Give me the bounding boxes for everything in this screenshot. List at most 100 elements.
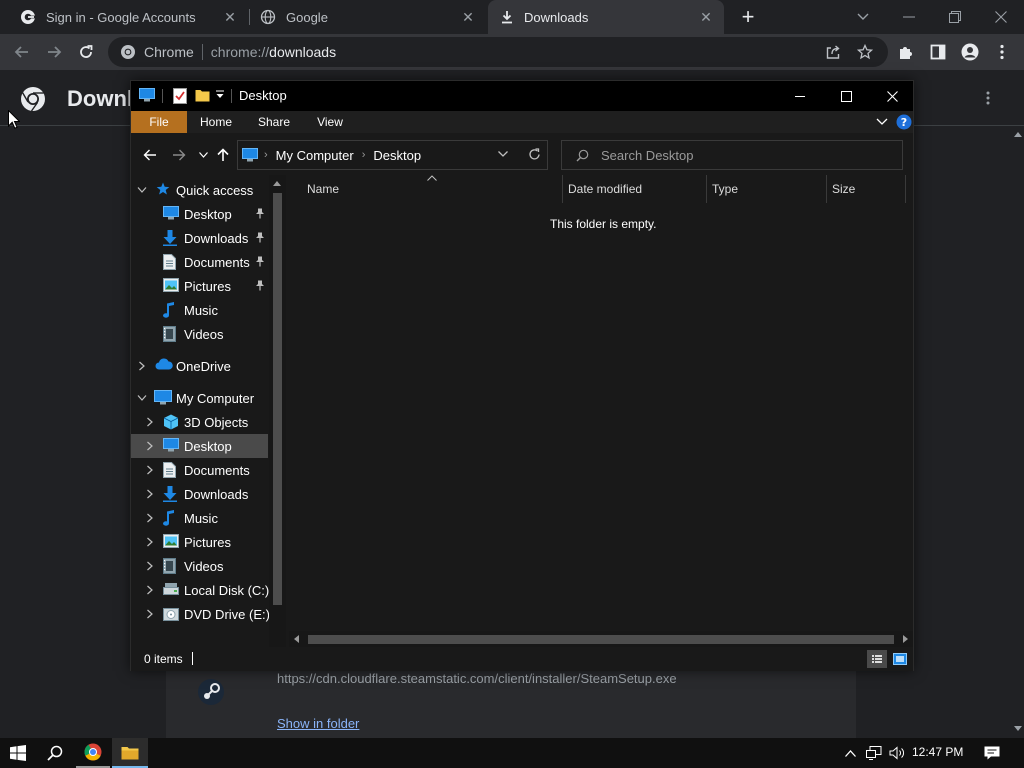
minimize-button[interactable] [777,81,823,111]
forward-button[interactable] [42,40,66,64]
nav-my-computer-3d-objects[interactable]: 3D Objects [131,410,286,434]
share-icon[interactable] [825,44,841,60]
reload-button[interactable] [74,40,98,64]
chevron-right-icon[interactable] [146,585,156,595]
close-icon[interactable]: ✕ [222,9,238,25]
tab-file[interactable]: File [131,111,187,133]
nav-quick-access[interactable]: Quick access [131,178,286,202]
scroll-up-arrow[interactable] [273,181,281,186]
notifications-icon[interactable] [978,738,1006,768]
nav-my-computer-pictures[interactable]: Pictures [131,530,286,554]
show-in-folder-link[interactable]: Show in folder [277,716,359,731]
column-header-date-modified[interactable]: Date modified [568,175,698,203]
breadcrumb-my-computer[interactable]: My Computer [276,148,354,163]
address-history-icon[interactable] [498,151,508,157]
nav-quick-access-pictures[interactable]: Pictures [131,274,286,298]
address-bar[interactable]: Chrome chrome://downloads [108,37,888,67]
properties-icon[interactable] [173,88,187,104]
chrome-taskbar-icon[interactable] [76,738,110,768]
up-arrow-icon[interactable] [214,146,232,164]
explorer-title-bar[interactable]: Desktop [131,81,913,111]
close-window-button[interactable] [869,81,915,111]
profile-avatar[interactable] [958,40,982,64]
nav-onedrive[interactable]: OneDrive [131,354,286,378]
scroll-right-arrow[interactable] [903,635,908,643]
nav-my-computer-videos[interactable]: Videos [131,554,286,578]
back-arrow-icon[interactable] [141,146,159,164]
chevron-right-icon[interactable] [138,361,148,371]
scroll-up-arrow[interactable] [1014,132,1022,137]
side-panel-icon[interactable] [926,40,950,64]
file-explorer-taskbar-icon[interactable] [112,738,148,768]
chevron-right-icon[interactable] [146,465,156,475]
nav-quick-access-videos[interactable]: Videos [131,322,286,346]
tab-share[interactable]: Share [249,111,299,133]
new-folder-icon[interactable] [195,88,210,102]
new-tab-button[interactable]: + [736,5,760,29]
column-divider[interactable] [905,175,906,203]
chevron-right-icon[interactable] [146,441,156,451]
bookmark-star-icon[interactable] [857,44,873,60]
help-icon[interactable]: ? [896,114,912,130]
horizontal-scroll-thumb[interactable] [308,635,894,644]
tab-home[interactable]: Home [191,111,241,133]
breadcrumb-separator-icon[interactable]: › [264,149,268,161]
nav-my-computer-documents[interactable]: Documents [131,458,286,482]
nav-my-computer-downloads[interactable]: Downloads [131,482,286,506]
maximize-button[interactable] [823,81,869,111]
nav-quick-access-desktop[interactable]: Desktop [131,202,286,226]
column-divider[interactable] [562,175,563,203]
nav-my-computer-dvd-drive-e-in[interactable]: DVD Drive (E:) In [131,602,286,626]
forward-arrow-icon[interactable] [170,146,188,164]
restore-button[interactable] [932,0,978,34]
tab-view[interactable]: View [305,111,355,133]
breadcrumb-desktop[interactable]: Desktop [373,148,421,163]
column-header-name[interactable]: Name [307,175,557,203]
close-icon[interactable]: ✕ [698,9,714,25]
page-scrollbar[interactable] [1012,126,1024,738]
details-view-button[interactable] [867,650,887,668]
close-icon[interactable]: ✕ [460,9,476,25]
start-button[interactable] [0,738,36,768]
back-button[interactable] [10,40,34,64]
nav-scrollbar[interactable] [269,175,286,647]
file-list-pane[interactable]: Name Date modified Type Size This folder… [289,175,913,647]
volume-icon[interactable] [886,738,908,768]
nav-quick-access-downloads[interactable]: Downloads [131,226,286,250]
chevron-right-icon[interactable] [146,417,156,427]
menu-kebab-icon[interactable] [990,40,1014,64]
navigation-pane[interactable]: Quick access Desktop Downloads Documents Pic… [131,175,288,647]
more-actions-icon[interactable] [986,91,990,105]
scroll-down-arrow[interactable] [1014,726,1022,731]
tab-downloads[interactable]: Downloads ✕ [488,0,724,34]
extensions-icon[interactable] [894,40,918,64]
nav-quick-access-documents[interactable]: Documents [131,250,286,274]
minimize-button[interactable] [886,0,932,34]
show-hidden-icons-icon[interactable] [840,738,860,768]
chevron-right-icon[interactable] [146,609,156,619]
close-window-button[interactable] [978,0,1024,34]
chevron-right-icon[interactable] [146,537,156,547]
search-icon[interactable] [38,738,72,768]
nav-my-computer-local-disk-c[interactable]: Local Disk (C:) [131,578,286,602]
column-divider[interactable] [826,175,827,203]
download-url[interactable]: https://cdn.cloudflare.steamstatic.com/c… [277,671,677,686]
chevron-down-icon[interactable] [137,186,147,196]
column-divider[interactable] [706,175,707,203]
search-input[interactable]: Search Desktop [561,140,903,170]
taskbar-clock[interactable]: 12:47 PM [912,745,963,759]
nav-quick-access-music[interactable]: Music [131,298,286,322]
recent-locations-icon[interactable] [194,146,212,164]
nav-my-computer-desktop[interactable]: Desktop [131,434,268,458]
chevron-right-icon[interactable] [146,513,156,523]
horizontal-scrollbar[interactable] [289,631,913,647]
address-bar[interactable]: › My Computer › Desktop [237,140,548,170]
large-icons-view-button[interactable] [890,650,910,668]
nav-my-computer-music[interactable]: Music [131,506,286,530]
tab-google-accounts[interactable]: Sign in - Google Accounts ✕ [8,0,248,34]
network-icon[interactable] [863,738,885,768]
column-header-size[interactable]: Size [832,175,902,203]
expand-ribbon-icon[interactable] [876,118,888,126]
nav-my-computer[interactable]: My Computer [131,386,286,410]
chevron-right-icon[interactable] [146,489,156,499]
